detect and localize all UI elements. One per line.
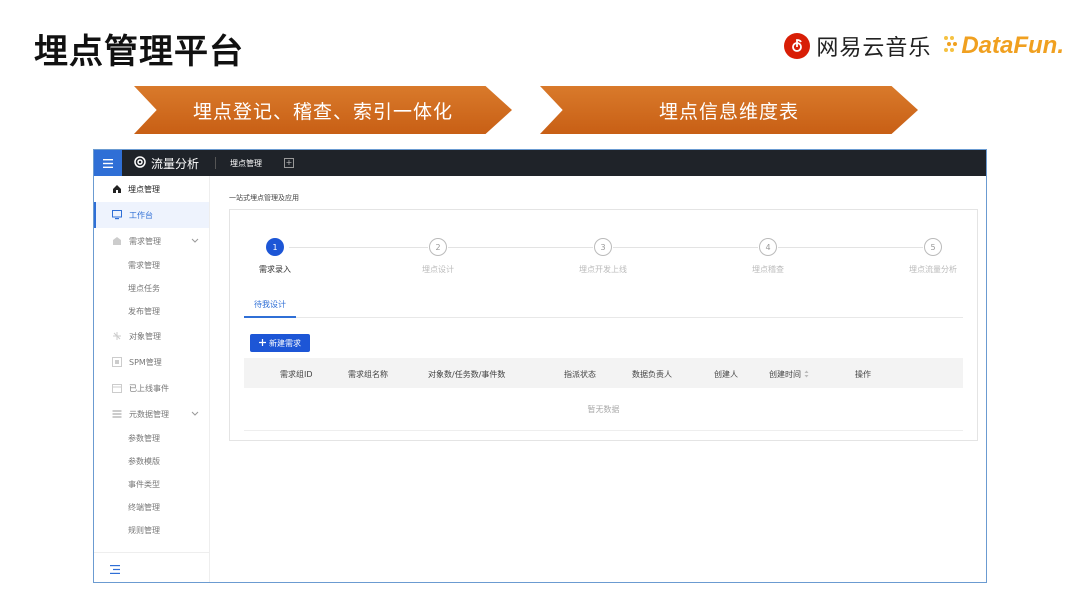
sidebar-item-label: SPM管理 bbox=[129, 357, 162, 367]
datafun-logo-text: DataFun. bbox=[961, 32, 1064, 59]
step-number: 3 bbox=[594, 238, 612, 256]
object-icon bbox=[112, 331, 122, 341]
breadcrumb: 一站式埋点管理及应用 bbox=[229, 194, 299, 202]
sort-icon[interactable] bbox=[804, 370, 809, 380]
sidebar-subitem-event-types[interactable]: 事件类型 bbox=[94, 473, 209, 496]
column-header-created-time[interactable]: 创建时间 bbox=[769, 369, 809, 380]
new-requirement-label: 新建需求 bbox=[269, 338, 301, 348]
event-icon bbox=[112, 383, 122, 393]
steps-bar: 1 需求录入 2 埋点设计 3 埋点开发上线 4 埋点稽查 5 埋点流量分析 bbox=[230, 238, 977, 286]
sidebar-item-label: 需求管理 bbox=[129, 236, 161, 246]
step-number: 1 bbox=[266, 238, 284, 256]
tab-pending-design[interactable]: 待我设计 bbox=[244, 299, 296, 318]
netease-logo-text: 网易云音乐 bbox=[816, 36, 932, 61]
app-screenshot: 流量分析 埋点管理 + 埋点管理 工作台 需求管理 需求管理 埋点任务 发布管理… bbox=[93, 149, 987, 583]
sidebar-item-online-events[interactable]: 已上线事件 bbox=[94, 375, 209, 401]
monitor-icon bbox=[112, 210, 122, 220]
column-header-group-name: 需求组名称 bbox=[348, 370, 388, 379]
top-tab-tracking-management[interactable]: 埋点管理 bbox=[230, 158, 262, 169]
tab-row: 待我设计 bbox=[244, 294, 963, 318]
step-label: 埋点流量分析 bbox=[909, 265, 957, 274]
sidebar-item-label: 已上线事件 bbox=[129, 383, 169, 393]
table-header: 需求组ID 需求组名称 对象数/任务数/事件数 指派状态 数据负责人 创建人 创… bbox=[244, 358, 963, 388]
app-brand[interactable]: 流量分析 bbox=[134, 155, 199, 172]
database-icon bbox=[112, 409, 122, 419]
sidebar-item-metadata-management[interactable]: 元数据管理 bbox=[94, 401, 209, 427]
sidebar-subitem-release-management[interactable]: 发布管理 bbox=[94, 300, 209, 323]
sidebar-header-label: 埋点管理 bbox=[128, 184, 160, 194]
step-dev-launch[interactable]: 3 埋点开发上线 bbox=[558, 238, 648, 275]
sidebar-subitem-tracking-tasks[interactable]: 埋点任务 bbox=[94, 277, 209, 300]
sidebar-item-label: 元数据管理 bbox=[129, 409, 169, 419]
chevron-down-icon bbox=[191, 237, 199, 246]
step-label: 埋点设计 bbox=[422, 265, 454, 274]
app-topbar: 流量分析 埋点管理 + bbox=[94, 150, 986, 176]
step-label: 埋点稽查 bbox=[752, 265, 784, 274]
main-content: 一站式埋点管理及应用 1 需求录入 2 埋点设计 3 埋点开发上线 4 埋点稽查… bbox=[211, 176, 986, 582]
home-icon bbox=[112, 184, 122, 194]
grid-icon bbox=[112, 236, 122, 246]
menu-icon[interactable] bbox=[94, 150, 122, 176]
step-number: 2 bbox=[429, 238, 447, 256]
sidebar-subitem-requirement-management[interactable]: 需求管理 bbox=[94, 254, 209, 277]
logos: 网易云音乐 DataFun. bbox=[784, 30, 1064, 62]
new-requirement-button[interactable]: 新建需求 bbox=[250, 334, 310, 352]
topbar-divider bbox=[215, 157, 217, 169]
sidebar-item-object-management[interactable]: 对象管理 bbox=[94, 323, 209, 349]
brand-name: 流量分析 bbox=[151, 156, 200, 171]
sidebar-item-spm-management[interactable]: SPM管理 bbox=[94, 349, 209, 375]
sidebar-item-requirement-management[interactable]: 需求管理 bbox=[94, 228, 209, 254]
spm-icon bbox=[112, 357, 122, 367]
sidebar-subitem-parameter-management[interactable]: 参数管理 bbox=[94, 427, 209, 450]
banner-registration: 埋点登记、稽查、索引一体化 bbox=[134, 86, 512, 134]
banner-dimension-table: 埋点信息维度表 bbox=[540, 86, 918, 134]
step-requirement-entry[interactable]: 1 需求录入 bbox=[230, 238, 320, 275]
step-traffic-analysis[interactable]: 5 埋点流量分析 bbox=[888, 238, 978, 275]
sidebar: 埋点管理 工作台 需求管理 需求管理 埋点任务 发布管理 对象管理 SPM管理 … bbox=[94, 176, 210, 582]
column-header-group-id: 需求组ID bbox=[280, 370, 313, 379]
column-header-data-owner: 数据负责人 bbox=[632, 370, 672, 379]
plus-icon bbox=[259, 338, 266, 348]
chevron-down-icon bbox=[191, 410, 199, 419]
column-header-assign-status: 指派状态 bbox=[564, 370, 596, 379]
step-number: 5 bbox=[924, 238, 942, 256]
sidebar-header: 埋点管理 bbox=[94, 176, 209, 202]
datafun-logo: DataFun. bbox=[943, 32, 1064, 60]
brand-logo-icon bbox=[134, 155, 146, 171]
sidebar-item-label: 对象管理 bbox=[129, 331, 161, 341]
sidebar-item-label: 工作台 bbox=[129, 210, 153, 220]
empty-state-text: 暂无数据 bbox=[587, 405, 620, 414]
step-tracking-design[interactable]: 2 埋点设计 bbox=[393, 238, 483, 275]
step-number: 4 bbox=[759, 238, 777, 256]
netease-music-icon bbox=[784, 33, 811, 59]
add-tab-icon[interactable]: + bbox=[284, 158, 295, 168]
slide-title: 埋点管理平台 bbox=[34, 32, 244, 72]
datafun-dots-icon bbox=[943, 34, 959, 58]
sidebar-item-workbench[interactable]: 工作台 bbox=[94, 202, 209, 228]
sidebar-subitem-terminal-management[interactable]: 终端管理 bbox=[94, 496, 209, 519]
column-header-creator: 创建人 bbox=[714, 370, 738, 379]
netease-logo: 网易云音乐 bbox=[784, 30, 931, 62]
sidebar-footer bbox=[94, 552, 209, 582]
sidebar-subitem-rule-management[interactable]: 规则管理 bbox=[94, 519, 209, 542]
sidebar-subitem-parameter-templates[interactable]: 参数模版 bbox=[94, 450, 209, 473]
workflow-card: 1 需求录入 2 埋点设计 3 埋点开发上线 4 埋点稽查 5 埋点流量分析 待… bbox=[229, 209, 978, 441]
table-bottom-divider bbox=[244, 430, 963, 431]
step-label: 需求录入 bbox=[259, 265, 291, 274]
collapse-sidebar-icon[interactable] bbox=[110, 559, 120, 578]
column-header-counts: 对象数/任务数/事件数 bbox=[428, 370, 506, 379]
column-header-actions: 操作 bbox=[855, 370, 871, 379]
step-label: 埋点开发上线 bbox=[579, 265, 627, 274]
step-tracking-audit[interactable]: 4 埋点稽查 bbox=[723, 238, 813, 275]
